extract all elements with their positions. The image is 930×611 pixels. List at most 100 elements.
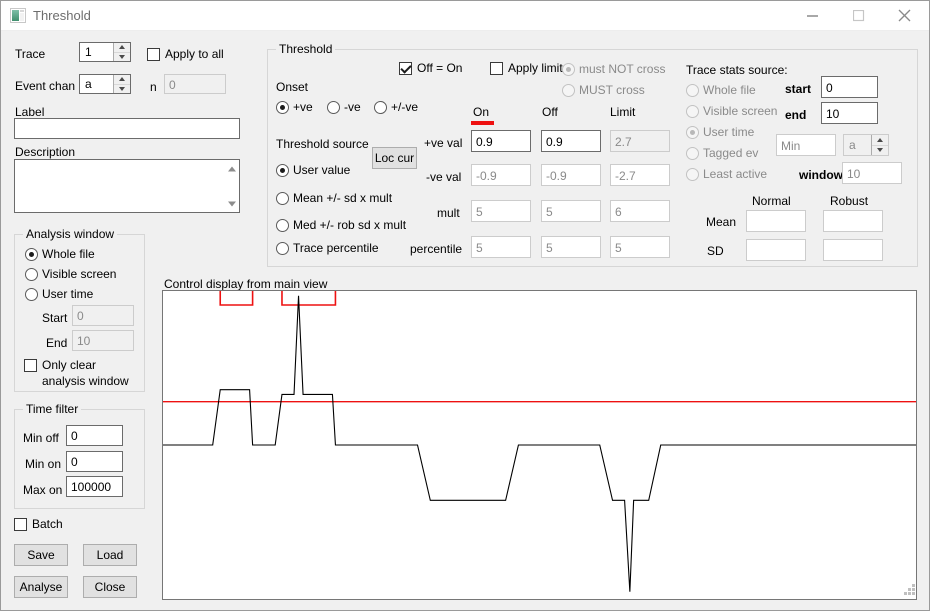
onset-both-radio[interactable]: +/-ve [374,100,418,114]
radio-circle [562,62,575,76]
app-icon [10,8,26,23]
resize-grip[interactable] [904,584,916,596]
trace-stats-end-label: end [785,108,807,122]
neg-val-limit-input: -2.7 [610,164,670,186]
scroll-down-icon[interactable] [223,195,240,212]
trace-stats-visible-screen[interactable]: Visible screen [686,104,777,118]
row-label-percentile: percentile [410,242,463,256]
radio-label: Whole file [42,247,95,261]
max-on-input[interactable]: 100000 [66,476,123,497]
event-chan-label: Event chan [15,79,76,93]
trace-stats-start-input[interactable]: 0 [821,76,878,98]
close-button[interactable] [882,1,928,30]
close-dialog-button[interactable]: Close [83,576,137,598]
percentile-on-input: 5 [471,236,531,258]
onset-positive-radio[interactable]: +ve [276,100,313,114]
percentile-off-input: 5 [541,236,601,258]
trace-stats-title: Trace stats source: [686,63,788,77]
must-not-cross-radio[interactable]: must NOT cross [562,62,665,76]
loc-cur-button[interactable]: Loc cur [372,147,417,169]
percentile-limit-input: 5 [610,236,670,258]
radio-label: User time [42,287,94,301]
checkbox-box [24,358,37,372]
neg-val-off-input: -0.9 [541,164,601,186]
title-bar: Threshold [1,1,929,31]
trace-stats-chan-value[interactable]: a [844,135,871,155]
threshold-source-mean-sd[interactable]: Mean +/- sd x mult [276,191,392,205]
threshold-source-trace-percentile[interactable]: Trace percentile [276,241,379,255]
event-chan-stepper-buttons[interactable] [113,75,130,93]
radio-label: Trace percentile [293,241,379,255]
threshold-source-med-robsd[interactable]: Med +/- rob sd x mult [276,218,406,232]
only-clear-checkbox[interactable]: Only clear [24,358,96,372]
pos-val-on-input[interactable]: 0.9 [471,130,531,152]
minimize-button[interactable] [790,1,836,30]
min-off-label: Min off [23,431,59,445]
analysis-window-whole-file[interactable]: Whole file [25,247,95,261]
trace-stats-chan-stepper-buttons[interactable] [871,135,888,155]
analysis-window-user-time[interactable]: User time [25,287,93,301]
row-label-mult: mult [437,206,460,220]
checkbox-box [14,517,27,531]
trace-stats-least-active[interactable]: Least active [686,167,767,181]
description-scrollbar[interactable] [222,160,239,212]
event-marker[interactable] [219,291,254,306]
radio-circle [25,267,38,281]
radio-circle [276,218,289,232]
event-chan-stepper[interactable]: a [79,74,131,94]
radio-label: User time [703,125,755,139]
batch-checkbox[interactable]: Batch [14,517,63,531]
radio-circle [686,146,699,160]
n-field: 0 [164,74,226,94]
load-button[interactable]: Load [83,544,137,566]
apply-to-all-checkbox[interactable]: Apply to all [147,47,224,61]
trace-value[interactable]: 1 [80,43,113,61]
onset-negative-radio[interactable]: -ve [327,100,361,114]
event-chan-value[interactable]: a [80,75,113,93]
radio-label: Med +/- rob sd x mult [293,218,407,232]
threshold-group-title: Threshold [276,42,336,56]
analysis-window-visible-screen[interactable]: Visible screen [25,267,116,281]
column-header-on: On [473,105,490,119]
trace-stats-tagged-ev[interactable]: Tagged ev [686,146,758,160]
control-display-chart[interactable] [162,290,917,600]
analysis-start-label: Start [42,311,68,325]
mult-on-input: 5 [471,200,531,222]
analysis-end-label: End [46,336,68,350]
trace-stepper-buttons[interactable] [113,43,130,61]
min-off-input[interactable]: 0 [66,425,123,446]
stats-column-robust: Robust [830,194,869,208]
min-on-input[interactable]: 0 [66,451,123,472]
label-label: Label [15,105,45,119]
radio-label: Whole file [703,83,756,97]
radio-circle [25,287,38,301]
scroll-up-icon[interactable] [223,160,240,177]
mult-limit-input: 6 [610,200,670,222]
analyse-button[interactable]: Analyse [14,576,68,598]
trace-stepper[interactable]: 1 [79,42,131,62]
event-marker[interactable] [281,291,337,306]
trace-stats-user-time[interactable]: User time [686,125,754,139]
only-clear-label: Only clear [42,358,97,372]
must-cross-radio[interactable]: MUST cross [562,83,645,97]
radio-circle [686,125,699,139]
apply-limit-checkbox[interactable]: Apply limit [490,61,563,75]
radio-label: MUST cross [579,83,645,97]
radio-circle [686,167,699,181]
radio-circle [686,104,699,118]
pos-val-off-input[interactable]: 0.9 [541,130,601,152]
trace-stats-whole-file[interactable]: Whole file [686,83,756,97]
window-title: Threshold [33,8,91,23]
radio-label: +ve [293,100,313,114]
pos-val-limit-input: 2.7 [610,130,670,152]
checkbox-box [490,61,503,75]
trace-stats-end-input[interactable]: 10 [821,102,878,124]
save-button[interactable]: Save [14,544,68,566]
threshold-source-user-value[interactable]: User value [276,163,350,177]
off-equals-on-checkbox[interactable]: Off = On [399,61,462,75]
stats-mean-robust-field [823,210,883,232]
maximize-button[interactable] [836,1,882,30]
label-input[interactable] [14,118,240,139]
description-input[interactable] [14,159,240,213]
trace-stats-chan-stepper[interactable]: a [843,134,889,156]
